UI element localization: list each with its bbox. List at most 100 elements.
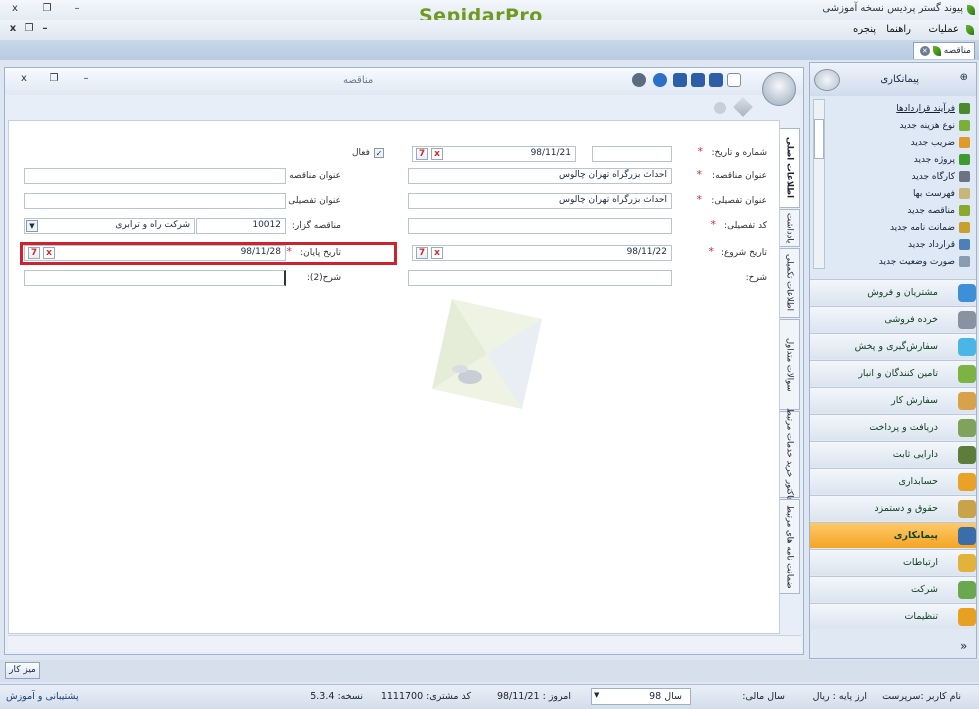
tab-notes[interactable]: یادداشت <box>780 209 800 247</box>
module-button[interactable]: حسابداری <box>810 468 976 494</box>
save-close-icon[interactable] <box>709 73 723 87</box>
module-button[interactable]: تنظیمات <box>810 603 976 629</box>
date-clear-icon[interactable]: x <box>431 148 443 160</box>
active-label: فعال <box>352 148 370 158</box>
highlight-frame <box>20 242 397 265</box>
start-date-clear-icon[interactable]: x <box>431 247 443 259</box>
task-item[interactable]: فرآیند قراردادها <box>896 103 970 114</box>
doc-minimize-button[interactable]: – <box>38 23 52 34</box>
description-field[interactable] <box>408 270 672 286</box>
docwin-close-button[interactable]: x <box>17 73 31 84</box>
help-icon[interactable] <box>653 73 667 87</box>
start-date-calendar-icon[interactable]: 7 <box>416 247 428 259</box>
module-button[interactable]: حقوق و دستمزد <box>810 495 976 521</box>
settings-gear-icon[interactable] <box>714 102 726 114</box>
tab-tender[interactable]: مناقصه ✕ <box>913 42 975 59</box>
title-field[interactable]: احداث بزرگراه تهران چالوس <box>408 168 672 184</box>
module-button[interactable]: پیمانکاری <box>810 522 976 548</box>
required-mark: * <box>697 145 704 158</box>
task-item[interactable]: صورت وضعیت جدید <box>879 256 970 267</box>
detail-title-field[interactable]: احداث بزرگراه تهران چالوس <box>408 193 672 209</box>
window-close-button[interactable]: x <box>8 3 22 14</box>
scrollbar-thumb[interactable] <box>814 119 824 159</box>
module-button[interactable]: شرکت <box>810 576 976 602</box>
desktop-button[interactable]: میز کار <box>5 662 40 679</box>
doc-restore-button[interactable]: ❐ <box>22 23 36 34</box>
module-button[interactable]: دارایی ثابت <box>810 441 976 467</box>
module-button-label: ارتباطات <box>902 557 938 568</box>
task-bar: میز کار <box>0 660 979 682</box>
module-button[interactable]: خرده فروشی <box>810 306 976 332</box>
window-restore-button[interactable]: ❐ <box>40 3 54 14</box>
task-item[interactable]: نوع هزینه جدید <box>899 120 970 131</box>
docwin-restore-button[interactable]: ❐ <box>47 73 61 84</box>
fiscal-year-value: سال 98 <box>649 691 682 702</box>
tenderer-dropdown-icon[interactable]: ▼ <box>26 220 38 232</box>
tenderer-label: مناقصه گزار: <box>291 221 341 231</box>
secondary-toolbar <box>5 95 803 120</box>
number-field[interactable] <box>592 146 672 162</box>
docwin-minimize-button[interactable]: – <box>79 73 93 84</box>
menu-operations[interactable]: عملیات <box>928 24 959 35</box>
status-user: نام کاربر :سرپرست <box>882 691 961 702</box>
save-new-icon[interactable] <box>691 73 705 87</box>
module-button[interactable]: ارتباطات <box>810 549 976 575</box>
task-item-label: مناقصه جدید <box>907 205 955 216</box>
new-document-icon[interactable] <box>727 73 741 87</box>
fiscal-year-select[interactable]: سال 98 ▼ <box>591 688 691 705</box>
doc-close-button[interactable]: x <box>6 23 20 34</box>
pin-icon[interactable] <box>733 97 753 117</box>
task-item[interactable]: مناقصه جدید <box>907 205 970 216</box>
tab-tender-label: مناقصه <box>943 46 971 56</box>
menu-window[interactable]: پنجره <box>853 24 876 35</box>
module-button[interactable]: دریافت و پرداخت <box>810 414 976 440</box>
company-icon <box>958 581 976 599</box>
detail-code-field[interactable] <box>408 218 672 234</box>
detail-code-label: کد تفصیلی: <box>724 221 767 231</box>
module-button[interactable]: تامین کنندگان و انبار <box>810 360 976 386</box>
support-link[interactable]: پشتیبانی و آموزش <box>6 691 79 702</box>
tenderer-name-field[interactable]: شرکت راه و ترابری <box>24 218 195 234</box>
tab-extra-info[interactable]: اطلاعات تکمیلی <box>780 248 800 318</box>
tab-related-purchases[interactable]: فاکتور خرید خدمات مرتبط <box>780 408 800 501</box>
detail-title-label: عنوان تفصیلی: <box>711 196 767 206</box>
tenderer-code-field[interactable]: 10012 <box>196 218 286 234</box>
sales-icon <box>958 284 976 302</box>
module-button-label: دریافت و پرداخت <box>869 422 938 433</box>
tab-related-guarantees[interactable]: ضمانت نامه های مرتبط <box>780 499 800 594</box>
status-today: امروز : 98/11/21 <box>496 691 571 702</box>
module-button[interactable]: سفارش‌گیری و پخش <box>810 333 976 359</box>
payroll-icon <box>958 500 976 518</box>
task-item[interactable]: قرارداد جدید <box>908 239 970 250</box>
document-status-line <box>8 635 801 652</box>
detail-title2-field[interactable] <box>24 193 286 209</box>
description2-field[interactable] <box>24 270 286 286</box>
module-button[interactable]: سفارش کار <box>810 387 976 413</box>
tab-close-icon[interactable]: ✕ <box>919 46 930 56</box>
retail-icon <box>958 311 976 329</box>
module-button-label: پیمانکاری <box>893 530 938 541</box>
work-order-icon <box>958 392 976 410</box>
task-item-label: صورت وضعیت جدید <box>878 256 955 267</box>
window-minimize-button[interactable]: – <box>70 3 84 14</box>
module-button[interactable]: مشتریان و فروش <box>810 279 976 305</box>
fiscal-year-dropdown-icon[interactable]: ▼ <box>594 691 599 699</box>
more-modules-icon[interactable]: » <box>960 639 967 653</box>
task-item[interactable]: ضریب جدید <box>911 137 970 148</box>
communication-icon <box>958 554 976 572</box>
tab-faq[interactable]: سوالات متداول <box>780 319 800 410</box>
date-calendar-icon[interactable]: 7 <box>416 148 428 160</box>
task-item[interactable]: کارگاه جدید <box>912 171 970 182</box>
title2-field[interactable] <box>24 168 286 184</box>
percent-icon <box>959 137 970 148</box>
save-icon[interactable] <box>673 73 687 87</box>
task-item[interactable]: فهرست بها <box>913 188 970 199</box>
compass-icon[interactable] <box>632 73 646 87</box>
task-item[interactable]: ضمانت نامه جدید <box>890 222 970 233</box>
tab-main-info[interactable]: اطلاعات اصلی <box>780 128 800 208</box>
panel-pin-icon[interactable]: ⊕ <box>960 72 968 83</box>
start-date-field[interactable]: 98/11/22 <box>412 245 672 261</box>
task-item[interactable]: پروژه جدید <box>914 154 970 165</box>
menu-help[interactable]: راهنما <box>886 24 911 35</box>
active-checkbox[interactable]: ✓ <box>374 148 384 158</box>
